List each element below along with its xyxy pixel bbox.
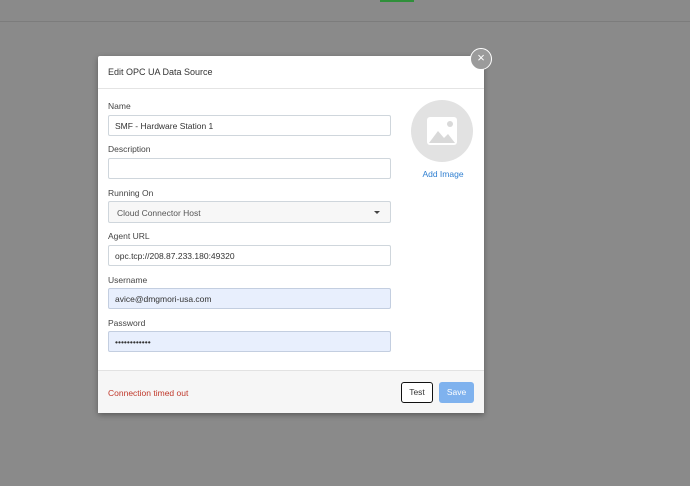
running-on-label: Running On bbox=[108, 188, 154, 198]
password-input[interactable] bbox=[108, 331, 391, 352]
name-label: Name bbox=[108, 101, 131, 111]
add-image-link[interactable]: Add Image bbox=[410, 169, 476, 179]
description-input[interactable] bbox=[108, 158, 391, 179]
running-on-select[interactable]: Cloud Connector Host bbox=[108, 201, 391, 223]
username-label: Username bbox=[108, 275, 148, 285]
agent-url-label: Agent URL bbox=[108, 231, 150, 241]
edit-data-source-modal: Edit OPC UA Data Source Name Description… bbox=[98, 56, 484, 413]
test-button[interactable]: Test bbox=[401, 382, 433, 403]
modal-footer: Connection timed out Test Save bbox=[98, 370, 484, 413]
description-label: Description bbox=[108, 144, 151, 154]
username-input[interactable] bbox=[108, 288, 391, 309]
modal-header: Edit OPC UA Data Source bbox=[98, 56, 484, 89]
close-icon[interactable]: × bbox=[470, 48, 492, 70]
running-on-value: Cloud Connector Host bbox=[117, 208, 201, 218]
agent-url-input[interactable] bbox=[108, 245, 391, 266]
name-input[interactable] bbox=[108, 115, 391, 136]
password-label: Password bbox=[108, 318, 146, 328]
status-message: Connection timed out bbox=[108, 388, 189, 398]
page-divider bbox=[0, 21, 690, 22]
save-button[interactable]: Save bbox=[439, 382, 474, 403]
modal-title: Edit OPC UA Data Source bbox=[108, 67, 213, 77]
image-icon bbox=[427, 117, 457, 145]
image-placeholder[interactable] bbox=[411, 100, 473, 162]
chevron-down-icon bbox=[374, 211, 380, 214]
active-tab-indicator bbox=[380, 0, 414, 2]
